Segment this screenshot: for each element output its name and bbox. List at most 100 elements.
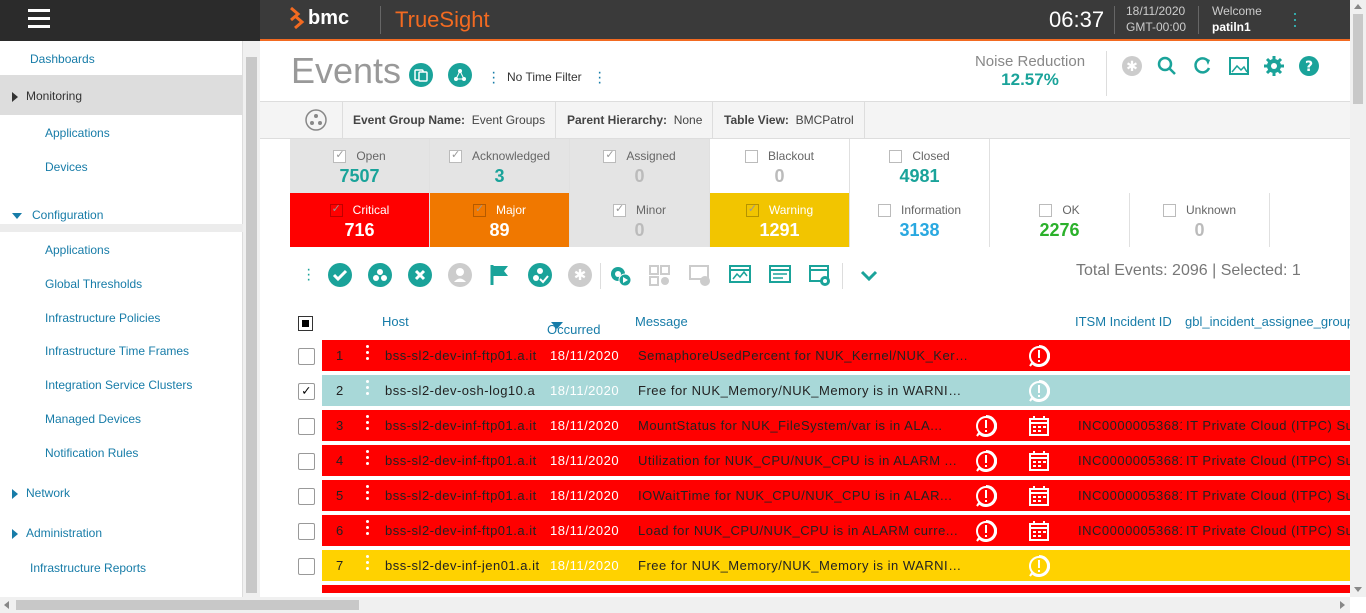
table-row[interactable]: 6 bss-sl2-dev-inf-ftp01.a.it 18/11/2020 Loa… (290, 515, 1350, 548)
row-body[interactable]: 2 bss-sl2-dev-osh-log10.a 18/11/2020 Free f… (322, 375, 1350, 408)
user-menu-icon[interactable]: · · · (1292, 4, 1298, 34)
scrollbar-thumb[interactable] (246, 57, 257, 593)
asterisk-icon[interactable]: ✱ (568, 263, 592, 287)
severity-tile-critical[interactable]: Critical 716 (290, 193, 430, 247)
sidebar-item-administration[interactable]: Administration (12, 526, 102, 540)
row-menu-icon[interactable] (366, 520, 372, 540)
table-row[interactable]: 5 bss-sl2-dev-inf-ftp01.a.it 18/11/2020 IOW… (290, 480, 1350, 513)
checkbox-box[interactable] (298, 418, 315, 435)
sidebar-item-infrastructure-reports[interactable]: Infrastructure Reports (30, 561, 146, 575)
status-tile-open[interactable]: Open 7507 (290, 139, 430, 193)
tile-checkbox[interactable] (612, 202, 626, 218)
event-groups-icon[interactable] (409, 63, 433, 87)
scrollbar-thumb[interactable] (16, 600, 359, 610)
tile-checkbox[interactable] (744, 150, 758, 164)
hierarchy-icon[interactable] (291, 102, 343, 138)
actions-menu-icon[interactable]: · · · (306, 262, 311, 288)
sidebar-item-infrastructure-time-frames[interactable]: Infrastructure Time Frames (45, 344, 189, 358)
scroll-down-icon[interactable] (1354, 587, 1362, 592)
table-row[interactable]: 3 bss-sl2-dev-inf-ftp01.a.it 18/11/2020 Mou… (290, 410, 1350, 443)
row-body[interactable] (322, 585, 1350, 595)
sidebar-item-config-applications[interactable]: Applications (45, 243, 110, 257)
sort-desc-icon[interactable] (551, 322, 563, 329)
row-checkbox[interactable] (290, 410, 322, 443)
scrollbar-thumb[interactable] (1353, 14, 1363, 104)
sidebar-item-monitoring-applications[interactable]: Applications (45, 126, 110, 140)
sidebar-scrollbar[interactable] (243, 41, 260, 597)
tile-checkbox[interactable] (603, 148, 617, 164)
row-checkbox[interactable] (290, 550, 322, 583)
sidebar-item-integration-service-clusters[interactable]: Integration Service Clusters (45, 378, 192, 392)
alert-icon[interactable] (975, 449, 998, 476)
checkbox-box[interactable] (298, 558, 315, 575)
status-tile-acknowledged[interactable]: Acknowledged 3 (430, 139, 570, 193)
table-row[interactable] (290, 585, 1350, 595)
row-body[interactable]: 6 bss-sl2-dev-inf-ftp01.a.it 18/11/2020 Loa… (322, 515, 1350, 548)
column-message[interactable]: Message (635, 314, 688, 329)
assign-icon[interactable] (368, 263, 392, 287)
page-horizontal-scrollbar[interactable] (0, 597, 1350, 613)
sidebar-item-devices[interactable]: Devices (45, 160, 88, 174)
flag-icon[interactable] (488, 263, 512, 287)
severity-tile-warning[interactable]: Warning 1291 (710, 193, 850, 247)
checkbox-box[interactable]: ✓ (298, 383, 315, 400)
filter-menu-icon[interactable]: · · · (491, 65, 496, 91)
row-body[interactable]: 5 bss-sl2-dev-inf-ftp01.a.it 18/11/2020 IOW… (322, 480, 1350, 513)
column-host[interactable]: Host (382, 314, 409, 329)
severity-tile-information[interactable]: Information 3138 (850, 193, 990, 247)
table-row[interactable]: 1 bss-sl2-dev-inf-ftp01.a.it 18/11/2020 Sem… (290, 340, 1350, 373)
severity-tile-major[interactable]: Major 89 (430, 193, 570, 247)
tile-checkbox[interactable] (448, 148, 462, 164)
severity-tile-minor[interactable]: Minor 0 (570, 193, 710, 247)
asterisk-icon[interactable]: ✱ (1121, 55, 1143, 77)
user-block[interactable]: Welcome patiln1 (1212, 3, 1262, 35)
tile-checkbox[interactable] (329, 202, 343, 218)
row-menu-icon[interactable] (366, 415, 372, 435)
topology-icon[interactable] (448, 63, 472, 87)
time-filter[interactable]: No Time Filter (507, 70, 582, 84)
take-ownership-icon[interactable] (528, 263, 552, 287)
table-row[interactable]: 4 bss-sl2-dev-inf-ftp01.a.it 18/11/2020 Uti… (290, 445, 1350, 478)
settings-gear-icon[interactable] (1263, 55, 1285, 77)
scroll-left-icon[interactable] (4, 601, 9, 609)
calendar-icon[interactable] (1028, 415, 1050, 441)
tile-checkbox[interactable] (745, 202, 759, 218)
tile-checkbox[interactable] (472, 202, 486, 218)
page-vertical-scrollbar[interactable] (1350, 0, 1366, 597)
row-menu-icon[interactable] (366, 345, 372, 365)
sidebar-item-configuration[interactable]: Configuration (12, 208, 103, 222)
row-menu-icon[interactable] (366, 555, 372, 575)
calendar-icon[interactable] (1028, 520, 1050, 546)
acknowledge-icon[interactable] (328, 263, 352, 287)
tile-checkbox[interactable] (1162, 204, 1176, 218)
row-body[interactable]: 3 bss-sl2-dev-inf-ftp01.a.it 18/11/2020 Mou… (322, 410, 1350, 443)
row-menu-icon[interactable] (366, 380, 372, 400)
table-row[interactable]: 7 bss-sl2-dev-inf-jen01.a.it 18/11/2020 Fre… (290, 550, 1350, 583)
view-monitor-icon[interactable] (688, 263, 712, 287)
row-checkbox[interactable] (290, 480, 322, 513)
time-filter-menu-icon[interactable]: · · · (597, 65, 602, 91)
row-checkbox[interactable]: ✓ (290, 375, 322, 408)
checkbox-box[interactable] (298, 348, 315, 365)
chevron-down-icon[interactable] (857, 263, 881, 287)
calendar-icon[interactable] (1028, 450, 1050, 476)
status-tile-closed[interactable]: Closed 4981 (850, 139, 990, 193)
tile-checkbox[interactable] (877, 204, 891, 218)
alert-icon[interactable] (975, 519, 998, 546)
remote-action-disabled-icon[interactable] (648, 263, 672, 287)
checkbox-box[interactable] (298, 488, 315, 505)
column-itsm-incident-id[interactable]: ITSM Incident ID (1075, 314, 1185, 329)
sidebar-item-global-thresholds[interactable]: Global Thresholds (45, 277, 142, 291)
tile-checkbox[interactable] (1039, 204, 1053, 218)
sidebar-item-infrastructure-policies[interactable]: Infrastructure Policies (45, 311, 160, 325)
scroll-up-icon[interactable] (1354, 4, 1362, 9)
tile-checkbox[interactable] (333, 148, 347, 164)
column-incident-assignee-group[interactable]: gbl_incident_assignee_group (1185, 314, 1350, 329)
run-remote-action-icon[interactable] (608, 263, 632, 287)
alert-icon[interactable] (1028, 554, 1051, 581)
tile-checkbox[interactable] (889, 150, 903, 164)
sidebar-item-network[interactable]: Network (12, 486, 70, 500)
row-body[interactable]: 1 bss-sl2-dev-inf-ftp01.a.it 18/11/2020 Sem… (322, 340, 1350, 373)
parent-hierarchy-filter[interactable]: Parent Hierarchy: None (557, 102, 714, 138)
table-view-filter[interactable]: Table View: BMCPatrol (714, 102, 865, 138)
